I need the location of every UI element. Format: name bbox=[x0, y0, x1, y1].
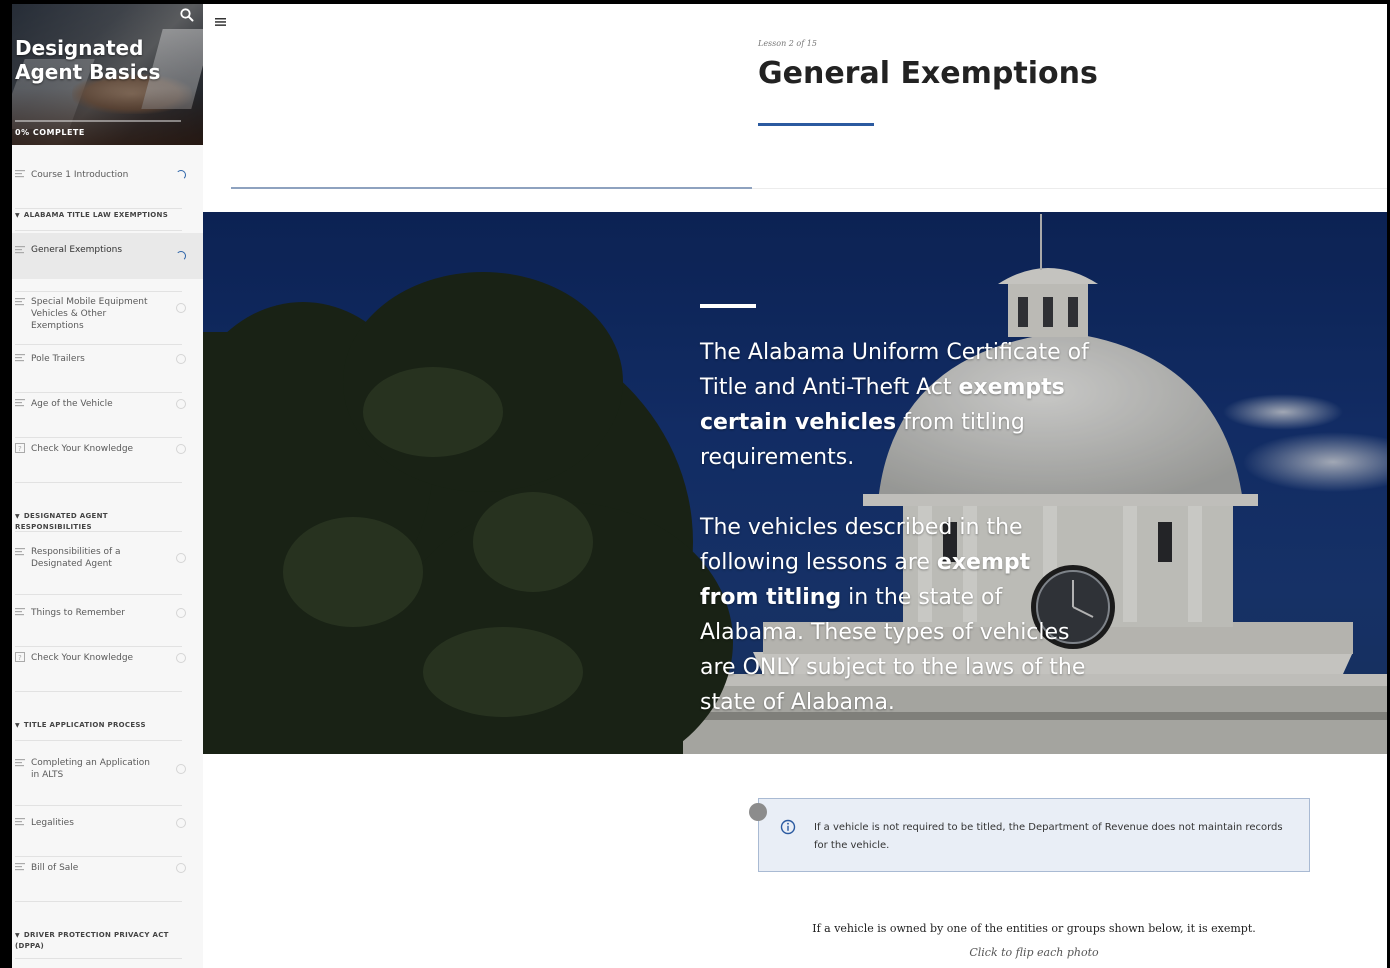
lines-icon bbox=[15, 758, 25, 768]
section-header[interactable]: ▼ ALABAMA TITLE LAW EXEMPTIONS bbox=[15, 210, 185, 221]
sidebar-item-label: Things to Remember bbox=[31, 608, 125, 618]
banner-text: The Alabama Uniform Certificate of Title… bbox=[700, 304, 1095, 754]
sidebar-item-label: General Exemptions bbox=[31, 245, 123, 255]
section-header[interactable]: ▼ DRIVER PROTECTION PRIVACY ACT (DPPA) bbox=[15, 930, 185, 951]
sidebar-item-lesson[interactable]: Special Mobile Equipment Vehicles & Othe… bbox=[12, 284, 203, 332]
sidebar-item-label: Age of the Vehicle bbox=[31, 399, 113, 409]
caret-down-icon: ▼ bbox=[15, 513, 20, 520]
hamburger-icon bbox=[215, 18, 226, 26]
not-started-icon bbox=[176, 818, 186, 828]
lesson-content: Lesson 2 of 15 General Exemptions The Al… bbox=[203, 4, 1387, 968]
not-started-icon bbox=[176, 553, 186, 563]
section-label: ALABAMA TITLE LAW EXEMPTIONS bbox=[23, 211, 169, 219]
not-started-icon bbox=[176, 303, 186, 313]
sidebar-item-lesson[interactable]: General Exemptions bbox=[12, 233, 203, 279]
sidebar-item-label: Completing an Application in ALTS bbox=[31, 758, 150, 780]
lines-icon bbox=[15, 169, 25, 179]
section-label: DRIVER PROTECTION PRIVACY ACT (DPPA) bbox=[15, 931, 169, 950]
search-button[interactable] bbox=[179, 7, 195, 23]
caret-down-icon: ▼ bbox=[15, 722, 20, 729]
lines-icon bbox=[15, 547, 25, 557]
menu-button[interactable] bbox=[215, 12, 227, 26]
flip-card-hint: Click to flip each photo bbox=[969, 946, 1099, 959]
callout-text: If a vehicle is not required to be title… bbox=[814, 822, 1283, 851]
section-header[interactable]: ▼ TITLE APPLICATION PROCESS bbox=[15, 720, 185, 731]
sidebar-item-label: Legalities bbox=[31, 818, 74, 828]
not-started-icon bbox=[176, 444, 186, 454]
not-started-icon bbox=[176, 863, 186, 873]
lines-icon bbox=[15, 607, 25, 617]
not-started-icon bbox=[176, 764, 186, 774]
lesson-counter: Lesson 2 of 15 bbox=[758, 39, 817, 48]
lines-icon bbox=[15, 245, 25, 255]
exemption-intro-text: If a vehicle is owned by one of the enti… bbox=[812, 922, 1256, 935]
quiz-icon: ? bbox=[15, 443, 25, 453]
lines-icon bbox=[15, 353, 25, 363]
svg-text:?: ? bbox=[18, 445, 22, 453]
in-progress-icon bbox=[176, 251, 186, 261]
not-started-icon bbox=[176, 399, 186, 409]
sidebar-item-label: Check Your Knowledge bbox=[31, 653, 134, 663]
lines-icon bbox=[15, 817, 25, 827]
sidebar-item-label: Check Your Knowledge bbox=[31, 444, 134, 454]
sidebar-item-lesson[interactable]: Age of the Vehicle bbox=[12, 383, 203, 425]
in-progress-icon bbox=[176, 170, 186, 180]
sidebar-item-label: Course 1 Introduction bbox=[31, 170, 129, 180]
not-started-icon bbox=[176, 653, 186, 663]
info-icon bbox=[780, 819, 796, 835]
lines-icon bbox=[15, 297, 25, 307]
not-started-icon bbox=[176, 354, 186, 364]
cursor-indicator bbox=[749, 803, 767, 821]
capitol-banner: The Alabama Uniform Certificate of Title… bbox=[203, 212, 1387, 754]
search-icon bbox=[180, 8, 194, 22]
title-underline bbox=[758, 123, 874, 126]
lines-icon bbox=[15, 398, 25, 408]
quiz-icon: ? bbox=[15, 652, 25, 662]
lines-icon bbox=[15, 862, 25, 872]
caret-down-icon: ▼ bbox=[15, 932, 20, 939]
banner-paragraph-1: The Alabama Uniform Certificate of Title… bbox=[700, 335, 1095, 475]
sidebar-item-lesson[interactable]: ? Check Your Knowledge bbox=[12, 637, 203, 679]
section-label: DESIGNATED AGENT RESPONSIBILITIES bbox=[15, 512, 108, 531]
sidebar-item-lesson[interactable]: Responsibilities of a Designated Agent bbox=[12, 534, 203, 582]
banner-paragraph-2: The vehicles described in the following … bbox=[700, 510, 1095, 720]
sidebar-item-label: Bill of Sale bbox=[31, 863, 79, 873]
lesson-scroll-track bbox=[752, 188, 1387, 189]
lesson-scroll-progress bbox=[231, 187, 752, 189]
sidebar-item-label: Pole Trailers bbox=[31, 354, 85, 364]
sidebar-item-label: Responsibilities of a Designated Agent bbox=[31, 547, 121, 569]
sidebar-item-lesson[interactable]: Things to Remember bbox=[12, 592, 203, 634]
section-header[interactable]: ▼ DESIGNATED AGENT RESPONSIBILITIES bbox=[15, 511, 185, 532]
sidebar-item-lesson[interactable]: ? Check Your Knowledge bbox=[12, 428, 203, 470]
sidebar-item-lesson[interactable]: Pole Trailers bbox=[12, 338, 203, 380]
course-header: Designated Agent Basics 0% COMPLETE bbox=[12, 4, 203, 145]
sidebar-item-lesson[interactable]: Bill of Sale bbox=[12, 847, 203, 889]
course-progress-bar bbox=[15, 120, 181, 122]
sidebar-item-lesson[interactable]: Legalities bbox=[12, 802, 203, 844]
not-started-icon bbox=[176, 608, 186, 618]
caret-down-icon: ▼ bbox=[15, 212, 20, 219]
svg-text:?: ? bbox=[18, 654, 22, 662]
course-title: Designated Agent Basics bbox=[15, 36, 161, 84]
section-label: TITLE APPLICATION PROCESS bbox=[23, 721, 146, 729]
course-progress-text: 0% COMPLETE bbox=[15, 128, 85, 137]
sidebar-item-lesson[interactable]: Course 1 Introduction bbox=[12, 154, 203, 196]
banner-accent-line bbox=[700, 304, 756, 308]
info-callout: If a vehicle is not required to be title… bbox=[758, 798, 1310, 872]
sidebar-item-label: Special Mobile Equipment Vehicles & Othe… bbox=[31, 297, 148, 331]
page-title: General Exemptions bbox=[758, 56, 1098, 91]
course-sidebar: Designated Agent Basics 0% COMPLETE Cour… bbox=[12, 4, 203, 968]
sidebar-item-lesson[interactable]: Completing an Application in ALTS bbox=[12, 745, 203, 793]
